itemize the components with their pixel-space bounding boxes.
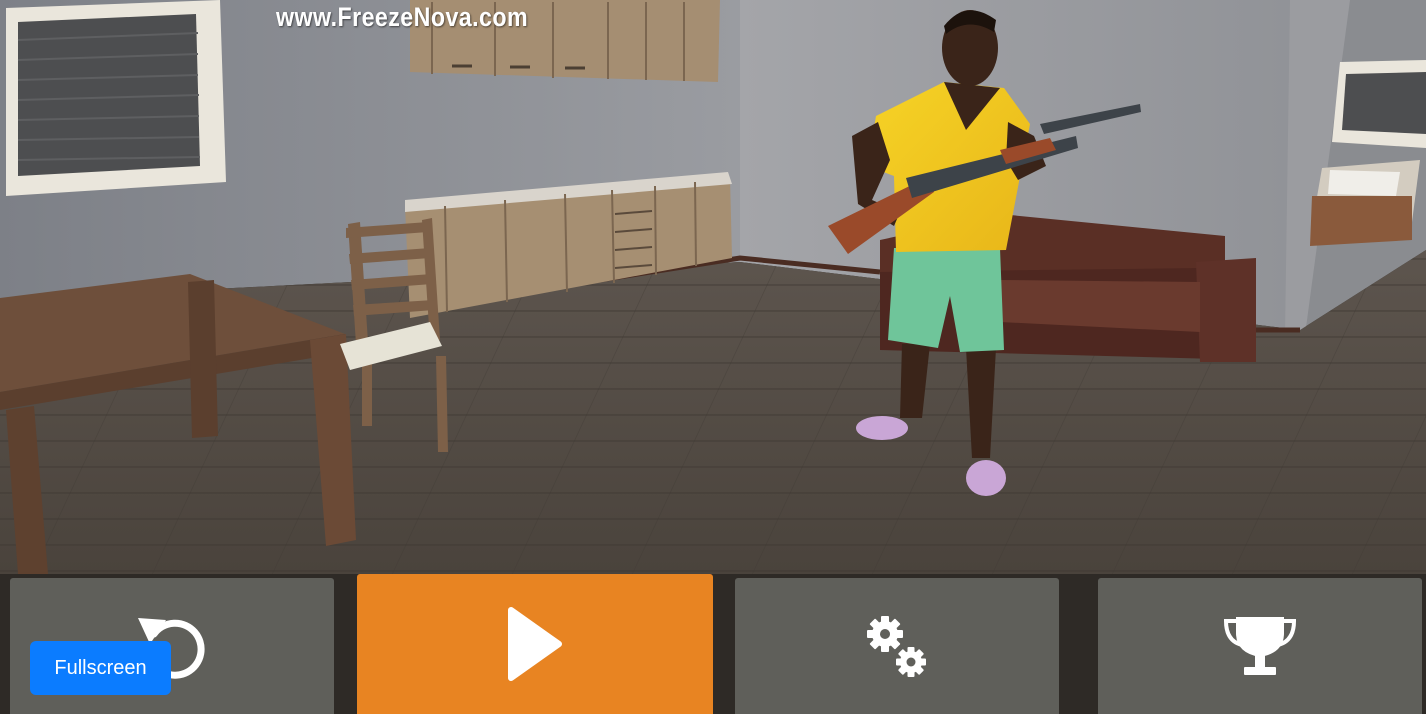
gears-icon — [867, 616, 926, 677]
trophy-button[interactable] — [1098, 578, 1422, 714]
trophy-icon — [1223, 617, 1297, 675]
game-viewport[interactable]: www.FreezeNova.com Fullscreen — [0, 0, 1426, 714]
fullscreen-button[interactable]: Fullscreen — [30, 641, 171, 695]
play-button[interactable] — [357, 574, 713, 714]
watermark-text: www.FreezeNova.com — [276, 2, 529, 32]
bottom-toolbar — [0, 574, 1426, 714]
play-icon — [508, 607, 562, 681]
settings-button[interactable] — [735, 578, 1059, 714]
